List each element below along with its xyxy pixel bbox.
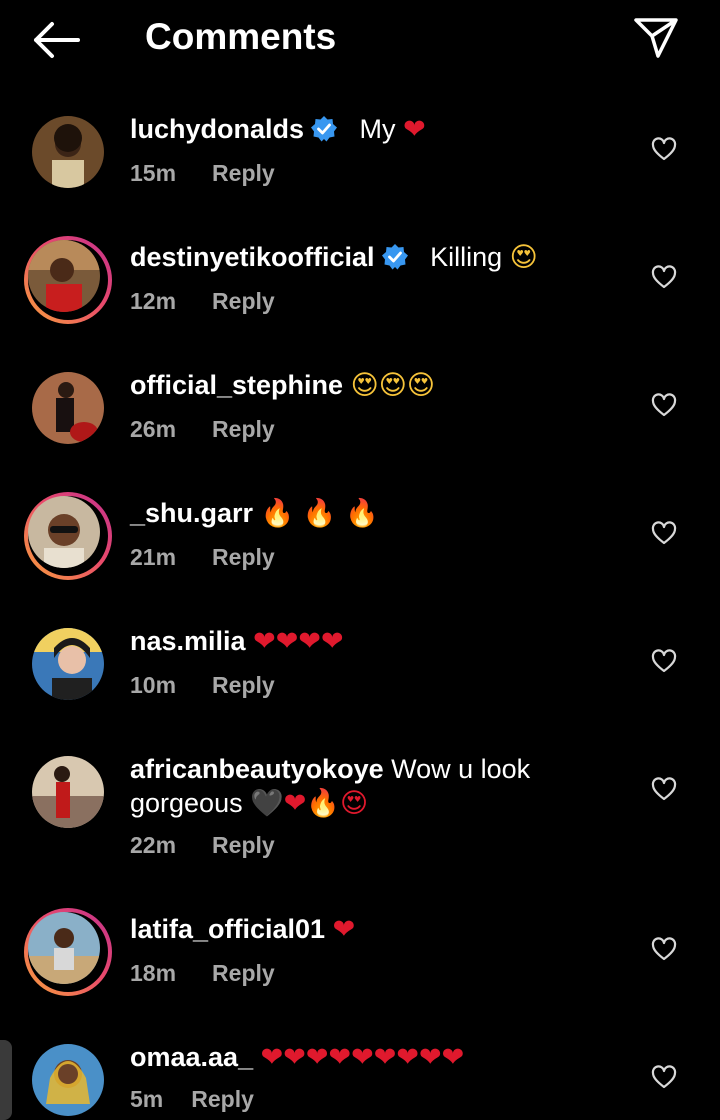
comment-username[interactable]: destinyetikoofficial bbox=[130, 242, 375, 272]
comment-time: 12m bbox=[130, 288, 177, 314]
comment-emoji: ❤ bbox=[332, 914, 356, 945]
comment-time: 18m bbox=[130, 960, 177, 986]
comment-text: destinyetikoofficial Killing 😍 bbox=[130, 240, 570, 275]
reply-button[interactable]: Reply bbox=[212, 288, 275, 314]
avatar-story-ring[interactable] bbox=[24, 908, 112, 996]
comment-time: 22m bbox=[130, 832, 177, 858]
like-heart-icon[interactable] bbox=[651, 393, 677, 417]
comment-meta: 5m Reply bbox=[130, 1086, 254, 1113]
reply-button[interactable]: Reply bbox=[212, 160, 275, 186]
comment-username[interactable]: _shu.garr bbox=[130, 498, 253, 528]
comment-time: 21m bbox=[130, 544, 177, 570]
comment-meta: 22m Reply bbox=[130, 832, 275, 859]
comment-emoji: 😍 bbox=[509, 242, 538, 273]
like-heart-icon[interactable] bbox=[651, 1065, 677, 1089]
comment-meta: 26m Reply bbox=[130, 416, 275, 443]
reply-button[interactable]: Reply bbox=[212, 672, 275, 698]
header-bar: Comments bbox=[0, 0, 720, 80]
comment-username[interactable]: africanbeautyokoye bbox=[130, 754, 384, 784]
comment-emoji: ❤❤❤❤ bbox=[253, 626, 344, 657]
comment-emoji: ❤❤❤❤❤❤❤❤❤ bbox=[260, 1042, 465, 1073]
comment-text: luchydonalds My ❤ bbox=[130, 112, 570, 147]
send-icon[interactable] bbox=[632, 16, 680, 60]
comment-meta: 12m Reply bbox=[130, 288, 275, 315]
reply-button[interactable]: Reply bbox=[212, 960, 275, 986]
verified-badge-icon bbox=[311, 116, 338, 142]
comment-time: 10m bbox=[130, 672, 177, 698]
verified-badge-icon bbox=[381, 244, 408, 270]
comment-meta: 15m Reply bbox=[130, 160, 275, 187]
like-heart-icon[interactable] bbox=[651, 777, 677, 801]
avatar[interactable] bbox=[32, 756, 104, 828]
comment-meta: 21m Reply bbox=[130, 544, 275, 571]
comment-meta: 18m Reply bbox=[130, 960, 275, 987]
like-heart-icon[interactable] bbox=[651, 137, 677, 161]
page-title: Comments bbox=[145, 16, 337, 57]
comment-emoji: 🖤❤🔥😍 bbox=[250, 788, 369, 819]
comment-time: 15m bbox=[130, 160, 177, 186]
comment-username[interactable]: omaa.aa_ bbox=[130, 1042, 253, 1072]
like-heart-icon[interactable] bbox=[651, 265, 677, 289]
comment-time: 26m bbox=[130, 416, 177, 442]
reply-button[interactable]: Reply bbox=[212, 832, 275, 858]
scroll-handle[interactable] bbox=[0, 1040, 12, 1120]
comment-message: Killing bbox=[430, 242, 503, 272]
comment-username[interactable]: luchydonalds bbox=[130, 114, 304, 144]
avatar[interactable] bbox=[32, 1044, 104, 1116]
reply-button[interactable]: Reply bbox=[191, 1086, 254, 1112]
comment-emoji: ❤ bbox=[403, 114, 426, 145]
comment-username[interactable]: nas.milia bbox=[130, 626, 246, 656]
comment-emoji: 😍😍😍 bbox=[350, 370, 436, 401]
comment-time: 5m bbox=[130, 1086, 164, 1112]
comment-meta: 10m Reply bbox=[130, 672, 275, 699]
comment-emoji: 🔥 🔥 🔥 bbox=[260, 498, 379, 529]
comment-text: africanbeautyokoye Wow u look gorgeous 🖤… bbox=[130, 752, 570, 821]
comment-message: My bbox=[359, 114, 396, 144]
avatar[interactable] bbox=[32, 116, 104, 188]
comment-text: official_stephine 😍😍😍 bbox=[130, 368, 570, 403]
back-arrow-icon[interactable] bbox=[30, 20, 82, 60]
comment-text: _shu.garr 🔥 🔥 🔥 bbox=[130, 496, 570, 531]
comment-text: omaa.aa_ ❤❤❤❤❤❤❤❤❤ bbox=[130, 1040, 570, 1075]
avatar[interactable] bbox=[32, 628, 104, 700]
comment-username[interactable]: official_stephine bbox=[130, 370, 343, 400]
reply-button[interactable]: Reply bbox=[212, 544, 275, 570]
avatar[interactable] bbox=[32, 372, 104, 444]
comment-username[interactable]: latifa_official01 bbox=[130, 914, 325, 944]
avatar-story-ring[interactable] bbox=[24, 492, 112, 580]
comment-text: nas.milia ❤❤❤❤ bbox=[130, 624, 570, 659]
like-heart-icon[interactable] bbox=[651, 649, 677, 673]
avatar-story-ring[interactable] bbox=[24, 236, 112, 324]
like-heart-icon[interactable] bbox=[651, 937, 677, 961]
like-heart-icon[interactable] bbox=[651, 521, 677, 545]
reply-button[interactable]: Reply bbox=[212, 416, 275, 442]
comment-text: latifa_official01 ❤ bbox=[130, 912, 570, 947]
